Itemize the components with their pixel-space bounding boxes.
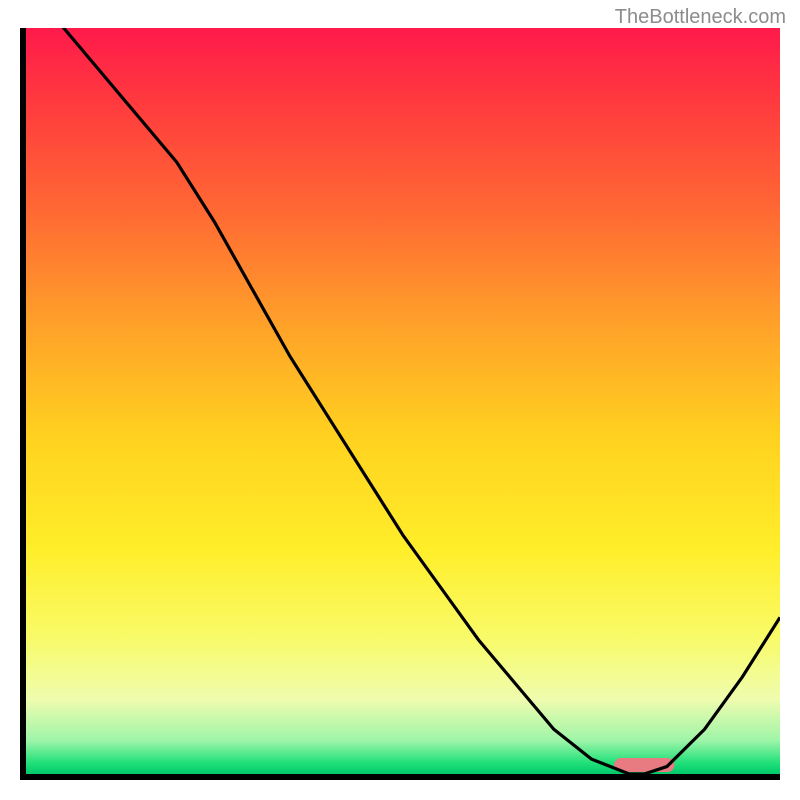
watermark-text: TheBottleneck.com <box>615 6 786 29</box>
chart-svg <box>26 28 780 774</box>
plot-area <box>20 28 780 780</box>
chart-background <box>26 28 780 774</box>
